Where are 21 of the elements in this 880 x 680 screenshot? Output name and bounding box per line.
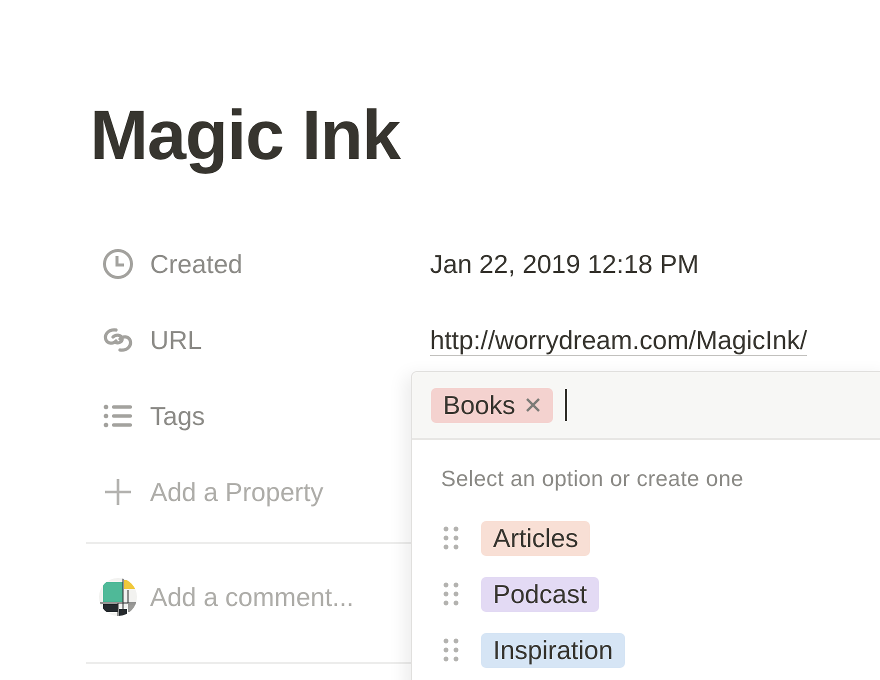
plus-icon [104,478,132,506]
close-icon[interactable] [525,397,542,413]
link-icon [102,327,134,353]
text-cursor [565,389,568,421]
tag-option[interactable]: Inspiration [481,632,625,668]
list-icon [103,404,133,428]
page-title: Magic Ink [90,95,402,176]
comment-field[interactable]: Add a comment... [150,582,410,612]
tag-option[interactable]: Articles [481,520,590,556]
tag-chip[interactable]: Books [431,388,554,422]
menu-hint: Select an option or create one [441,466,745,492]
tag-input-field[interactable]: Books [412,372,880,440]
drag-handle-icon[interactable] [443,582,459,606]
tag-label: Books [443,390,516,420]
property-value: Jan 22, 2019 12:18 PM [430,248,699,280]
drag-handle-icon[interactable] [443,638,459,662]
drag-handle-icon[interactable] [443,526,459,550]
tag-option[interactable]: Podcast [481,576,599,612]
avatar-icon [99,578,137,616]
url-link[interactable]: http://worrydream.com/MagicInk/ [430,324,808,356]
clock-icon [102,248,134,280]
